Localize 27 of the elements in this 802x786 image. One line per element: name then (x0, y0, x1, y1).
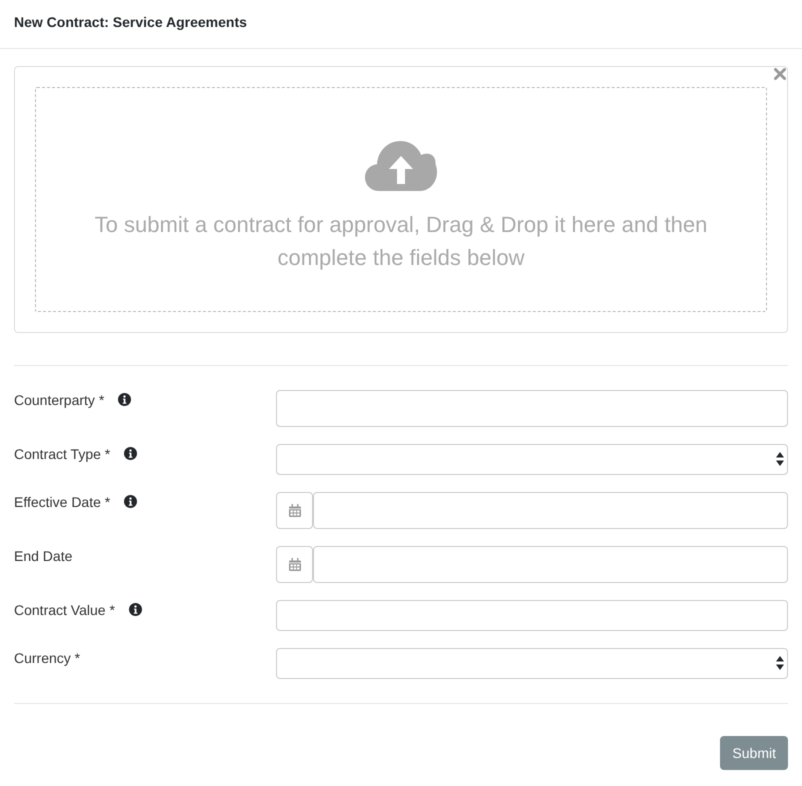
close-icon[interactable] (774, 68, 786, 80)
field-label: Contract Type * (14, 445, 110, 464)
info-icon[interactable] (124, 495, 138, 508)
select-field[interactable] (276, 444, 788, 475)
info-icon[interactable] (124, 447, 138, 460)
drop-zone[interactable]: To submit a contract for approval, Drag & Drop it here and then complete the fields below (35, 87, 767, 312)
sort-caret-icon (776, 656, 784, 670)
calendar-addon[interactable] (276, 546, 313, 583)
info-icon[interactable] (128, 603, 142, 616)
sort-caret-icon (776, 452, 784, 466)
calendar-icon (288, 558, 300, 571)
date-input[interactable] (313, 546, 788, 583)
field-label: End Date (14, 547, 72, 566)
cloud-upload-icon (365, 141, 437, 191)
text-input[interactable] (276, 600, 788, 631)
field-label: Contract Value * (14, 601, 115, 620)
field-label: Effective Date * (14, 493, 110, 512)
info-icon[interactable] (118, 393, 132, 406)
select-field[interactable] (276, 648, 788, 679)
drop-zone-message: To submit a contract for approval, Drag & Drop it here and then complete the fields below (94, 211, 708, 272)
text-input[interactable] (276, 390, 788, 427)
page-title: New Contract: Service Agreements (14, 14, 247, 30)
date-input[interactable] (313, 492, 788, 529)
calendar-addon[interactable] (276, 492, 313, 529)
calendar-icon (288, 504, 300, 517)
field-label: Counterparty * (14, 391, 104, 410)
field-label: Currency * (14, 649, 80, 668)
